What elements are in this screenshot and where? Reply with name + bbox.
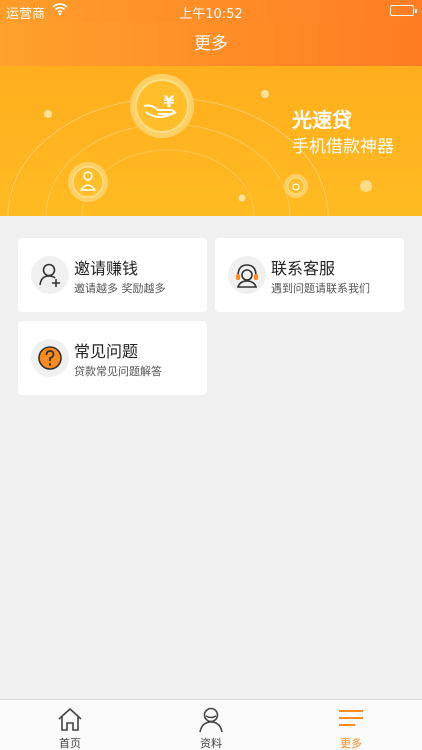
customer-service-card[interactable]: 联系客服 遇到问题请联系我们 bbox=[215, 238, 404, 312]
money-hand-icon: ¥ bbox=[130, 74, 194, 138]
invite-card-title: 邀请赚钱 bbox=[74, 259, 139, 278]
banner-subtitle: 手机借款神器 bbox=[292, 137, 394, 157]
customer-service-icon bbox=[228, 256, 266, 294]
customer-service-card-title: 联系客服 bbox=[271, 259, 336, 278]
banner-title: 光速贷 bbox=[292, 108, 352, 132]
faq-card[interactable]: 常见问题 贷款常见问题解答 bbox=[18, 321, 207, 395]
page-title: 更多 bbox=[194, 34, 228, 54]
question-icon bbox=[31, 339, 69, 377]
invite-card[interactable]: 邀请赚钱 邀请越多 奖励越多 bbox=[18, 238, 207, 312]
svg-text:¥: ¥ bbox=[163, 92, 174, 111]
tab-home-label: 首页 bbox=[59, 737, 81, 750]
home-icon bbox=[58, 707, 82, 731]
menu-icon bbox=[339, 710, 363, 726]
invite-card-desc: 邀请越多 奖励越多 bbox=[74, 282, 166, 295]
person-coin-icon bbox=[68, 162, 108, 202]
tab-home[interactable]: 首页 bbox=[30, 700, 110, 750]
tab-more-label: 更多 bbox=[340, 737, 362, 750]
money-bag-coin-icon bbox=[284, 174, 308, 198]
clock: 上午10:52 bbox=[179, 7, 243, 22]
tab-profile[interactable]: 资料 bbox=[171, 700, 251, 750]
nav-bar: 更多 bbox=[0, 22, 422, 66]
customer-service-card-desc: 遇到问题请联系我们 bbox=[271, 282, 370, 295]
status-bar: 运营商 上午10:52 bbox=[0, 0, 422, 22]
profile-icon bbox=[199, 707, 223, 733]
banner: ¥ 光速贷 手机借款神器 bbox=[0, 66, 422, 216]
tab-profile-label: 资料 bbox=[200, 737, 222, 750]
invite-user-icon bbox=[31, 256, 69, 294]
tab-bar: 首页 资料 更多 bbox=[0, 699, 422, 750]
tab-more[interactable]: 更多 bbox=[311, 700, 391, 750]
faq-card-title: 常见问题 bbox=[74, 342, 139, 361]
faq-card-desc: 贷款常见问题解答 bbox=[74, 365, 162, 378]
battery-icon bbox=[390, 5, 417, 16]
